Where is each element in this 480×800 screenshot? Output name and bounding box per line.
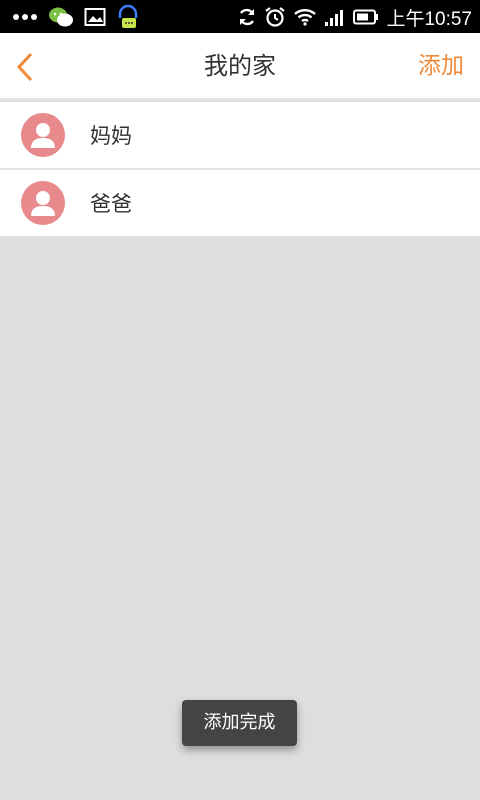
more-dots-icon — [12, 13, 38, 21]
status-bar-right: 上午10:57 — [237, 4, 472, 30]
image-icon — [84, 7, 106, 27]
person-avatar-icon — [21, 113, 65, 157]
person-avatar-icon — [21, 181, 65, 225]
status-time: 上午10:57 — [386, 8, 472, 30]
member-name: 妈妈 — [90, 124, 132, 148]
wifi-icon — [293, 8, 317, 26]
sync-icon — [237, 7, 257, 27]
nav-bar: 我的家 添加 — [0, 33, 480, 100]
back-button[interactable] — [8, 47, 42, 87]
toast-message: 添加完成 — [182, 700, 297, 746]
chevron-left-icon — [15, 52, 35, 82]
member-name: 爸爸 — [90, 192, 132, 216]
headset-chat-icon — [116, 4, 140, 30]
wechat-icon — [48, 6, 74, 28]
status-bar-left — [12, 4, 140, 30]
list-item-dad[interactable]: 爸爸 — [0, 170, 480, 238]
list-item-mom[interactable]: 妈妈 — [0, 102, 480, 170]
add-button[interactable]: 添加 — [418, 33, 464, 100]
page-title: 我的家 — [204, 52, 276, 80]
status-bar: 上午10:57 — [0, 0, 480, 33]
member-list: 妈妈 爸爸 — [0, 102, 480, 238]
alarm-icon — [264, 6, 286, 28]
battery-icon — [353, 9, 379, 25]
signal-icon — [324, 8, 346, 26]
